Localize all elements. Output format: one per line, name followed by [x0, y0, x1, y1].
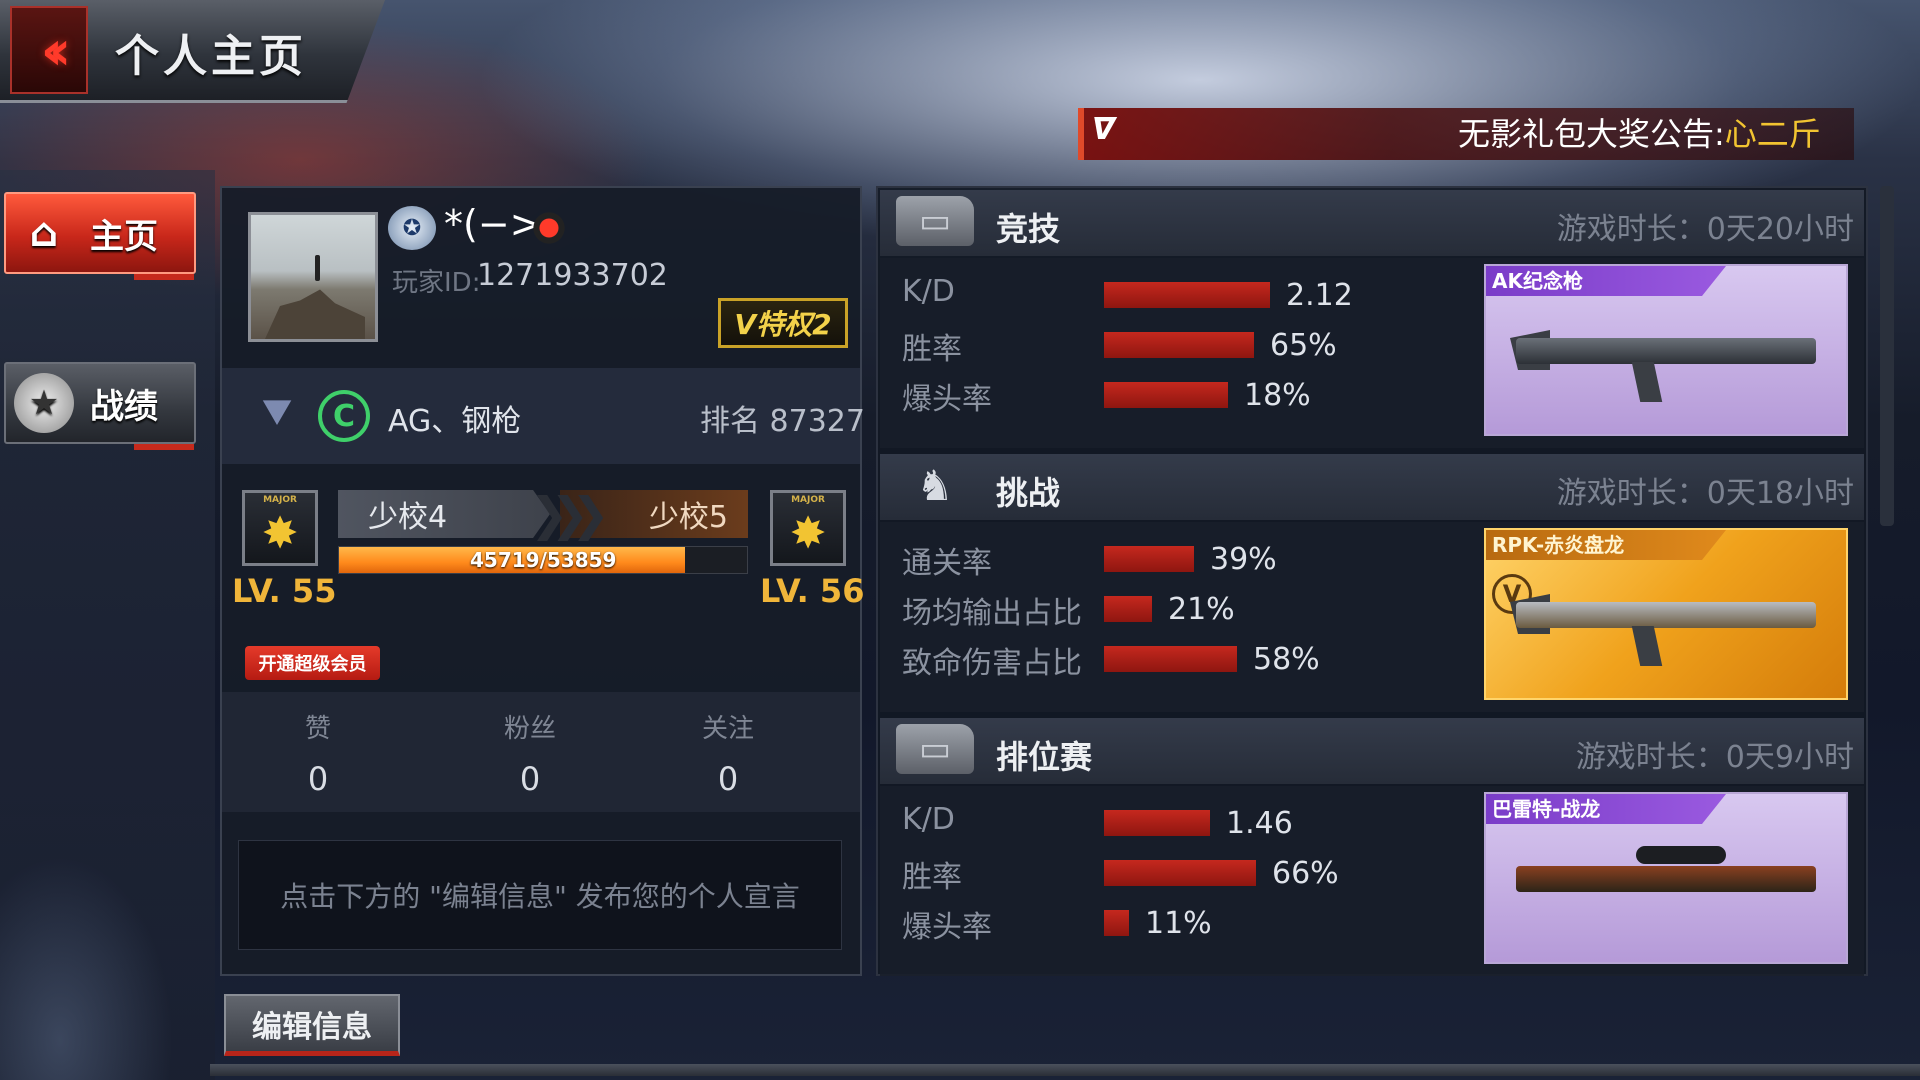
stat-label: 爆头率 — [902, 382, 992, 417]
stat-bar — [1104, 332, 1254, 358]
clan-rank: 排名 87327 — [700, 404, 865, 439]
stat-bar — [1104, 860, 1256, 886]
stat-bar — [1104, 810, 1210, 836]
stat-bar — [1104, 546, 1194, 572]
stat-value: 66% — [1272, 856, 1339, 891]
bottom-divider — [210, 1064, 1920, 1076]
mode-name: 排位赛 — [996, 738, 1093, 776]
open-super-vip-button[interactable]: 开通超级会员 — [245, 646, 380, 680]
mode-playtime: 游戏时长：0天20小时 — [1556, 212, 1854, 247]
stat-label: 致命伤害占比 — [902, 646, 1082, 681]
announcement-text: 无影礼包大奖公告:心二斤 — [1458, 110, 1848, 158]
stat-bar — [1104, 282, 1270, 308]
avatar[interactable] — [248, 212, 378, 342]
nav-home-label: 主页 — [90, 216, 158, 257]
next-level: LV. 56 — [760, 572, 865, 610]
page-title: 个人主页 — [115, 31, 307, 82]
weapon-card[interactable]: RPK-赤炎盘龙 V — [1484, 528, 1848, 700]
fans-count[interactable]: 0 — [470, 760, 590, 798]
weapon-name: RPK-赤炎盘龙 — [1486, 530, 1726, 560]
following-count[interactable]: 0 — [668, 760, 788, 798]
nav-accent — [134, 274, 194, 280]
double-chevron-left-icon: ‹‹ — [40, 18, 71, 82]
stat-label: 通关率 — [902, 546, 992, 581]
rifle-icon — [1516, 338, 1816, 364]
nav-record-label: 战绩 — [90, 386, 158, 427]
stat-label: 场均输出占比 — [902, 596, 1082, 631]
personal-motto-box: 点击下方的 "编辑信息" 发布您的个人宣言 — [238, 840, 842, 950]
clan-rank-icon: ⯆ — [256, 384, 298, 445]
stat-value: 65% — [1270, 328, 1337, 363]
weapon-name: AK纪念枪 — [1486, 266, 1726, 296]
current-rank-label: 少校4 — [338, 490, 550, 538]
ticket-icon: ▭ — [896, 196, 974, 246]
qq-penguin-icon — [530, 204, 568, 244]
star-badge-icon: ★ — [14, 373, 74, 433]
clan-c-icon: C — [318, 390, 370, 442]
mode-name: 竞技 — [996, 210, 1061, 248]
current-rank-emblem-icon: MAJOR ✸ — [242, 490, 318, 566]
stat-label: 胜率 — [902, 860, 962, 895]
following-label: 关注 — [701, 714, 754, 744]
likes-label: 赞 — [304, 714, 331, 744]
stat-label: 爆头率 — [902, 910, 992, 945]
ticket-icon: ▭ — [896, 724, 974, 774]
stat-bar — [1104, 596, 1152, 622]
cf-logo-icon: ᐁ — [1092, 112, 1116, 147]
next-rank-emblem-icon: MAJOR ✸ — [770, 490, 846, 566]
edit-info-button[interactable]: 编辑信息 — [224, 994, 400, 1056]
weapon-card[interactable]: 巴雷特-战龙 — [1484, 792, 1848, 964]
vip-privilege-badge[interactable]: V特权2 — [718, 298, 848, 348]
back-button[interactable]: ‹‹ — [10, 6, 88, 94]
nav-record-button[interactable]: ★ 战绩 — [4, 362, 196, 450]
stat-value: 11% — [1145, 906, 1212, 941]
stat-value: 1.46 — [1226, 806, 1293, 841]
stat-bar — [1104, 382, 1228, 408]
stat-value: 21% — [1168, 592, 1235, 627]
stat-label: 胜率 — [902, 332, 962, 367]
mode-playtime: 游戏时长：0天18小时 — [1556, 476, 1854, 511]
weapon-card[interactable]: AK纪念枪 — [1484, 264, 1848, 436]
clan-emblem-icon: ✪ — [388, 206, 436, 250]
current-level: LV. 55 — [232, 572, 337, 610]
stat-label: K/D — [902, 274, 955, 309]
background-left-scene — [0, 170, 215, 1080]
mode-playtime: 游戏时长：0天9小时 — [1575, 740, 1854, 775]
player-id: 1271933702 — [477, 258, 668, 293]
rank-progress-chevron-icon: ❯❯❯ — [530, 487, 610, 541]
player-id-label: 玩家ID: — [392, 268, 481, 298]
stat-bar — [1104, 910, 1129, 936]
mode-name: 挑战 — [996, 474, 1061, 512]
player-name: *(−> — [444, 202, 542, 246]
weapon-name: 巴雷特-战龙 — [1486, 794, 1726, 824]
announcement-highlight: 心二斤 — [1724, 115, 1821, 153]
stat-bar — [1104, 646, 1237, 672]
stat-value: 58% — [1253, 642, 1320, 677]
sniper-rifle-icon — [1516, 866, 1816, 892]
machine-gun-icon — [1516, 602, 1816, 628]
nav-home-button[interactable]: ⌂ 主页 — [4, 192, 196, 280]
clan-name: AG、钢枪 — [388, 404, 522, 439]
likes-count[interactable]: 0 — [258, 760, 378, 798]
stat-value: 39% — [1210, 542, 1277, 577]
stat-label: K/D — [902, 802, 955, 837]
home-icon: ⌂ — [29, 210, 59, 256]
scrollbar[interactable] — [1880, 186, 1894, 526]
nav-accent — [134, 444, 194, 450]
fans-label: 粉丝 — [503, 714, 556, 744]
monster-icon: ♞ — [916, 460, 954, 510]
announcement-prefix: 无影礼包大奖公告: — [1458, 115, 1725, 153]
stat-value: 18% — [1244, 378, 1311, 413]
stat-value: 2.12 — [1286, 278, 1353, 313]
xp-text: 45719/53859 — [470, 548, 617, 572]
